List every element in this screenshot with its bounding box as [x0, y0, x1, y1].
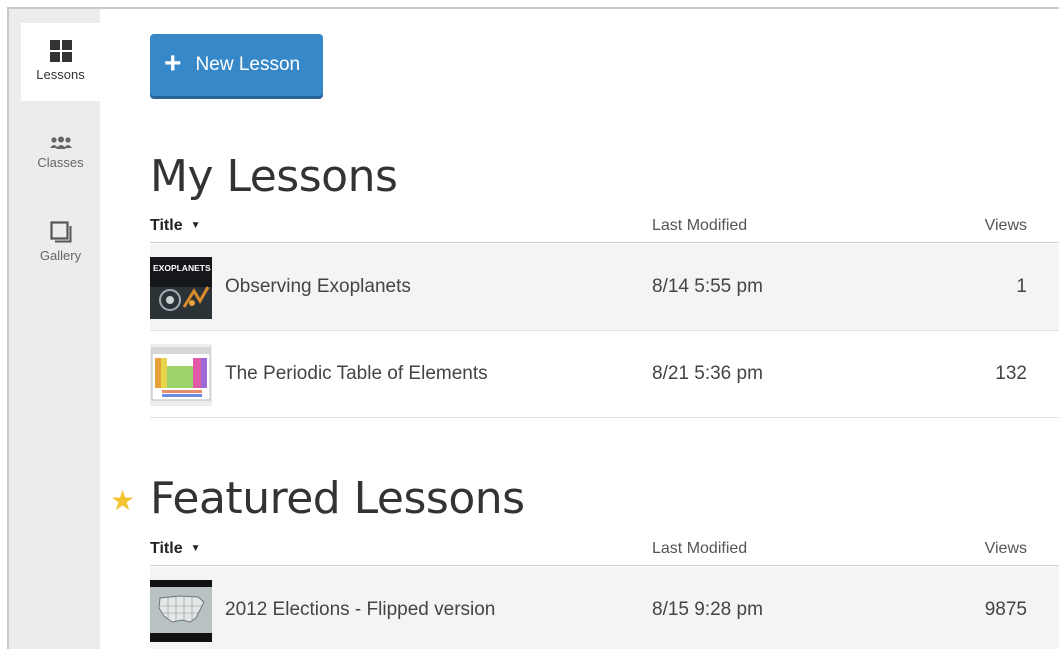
sidebar-item-classes[interactable]: Classes — [21, 121, 100, 191]
title-column-label: Title — [150, 540, 183, 557]
lesson-title[interactable]: Observing Exoplanets — [225, 276, 411, 298]
lesson-views: 1 — [1016, 276, 1027, 297]
table-row[interactable]: 2012 Elections - Flipped version 8/15 9:… — [150, 567, 1059, 649]
sidebar-item-lessons[interactable]: Lessons — [21, 23, 100, 101]
views-column-header[interactable]: Views — [985, 540, 1027, 558]
sidebar-item-label: Classes — [37, 155, 84, 170]
main-content: + New Lesson My Lessons Title ▼ Last Modi… — [110, 9, 1059, 649]
my-lessons-table-header: Title ▼ Last Modified Views — [150, 211, 1059, 243]
sidebar-item-gallery[interactable]: Gallery — [21, 209, 100, 279]
sidebar-item-label: Gallery — [39, 248, 82, 263]
group-icon — [49, 136, 72, 149]
table-row[interactable]: The Periodic Table of Elements 8/21 5:36… — [150, 331, 1059, 418]
sidebar: Lessons Classes Gallery — [9, 9, 100, 649]
grid-icon — [49, 40, 72, 62]
lesson-title[interactable]: 2012 Elections - Flipped version — [225, 599, 495, 621]
lesson-modified: 8/14 5:55 pm — [652, 276, 763, 297]
featured-lessons-title: Featured Lessons — [150, 473, 525, 524]
lesson-title[interactable]: The Periodic Table of Elements — [225, 363, 488, 385]
my-lessons-title: My Lessons — [150, 151, 398, 202]
sidebar-item-label: Lessons — [36, 67, 85, 82]
lesson-views: 9875 — [984, 599, 1027, 620]
title-column-label: Title — [150, 217, 183, 234]
star-icon: ★ — [110, 485, 136, 516]
periodic-table-thumbnail — [150, 344, 212, 406]
views-column-header[interactable]: Views — [985, 217, 1027, 235]
lesson-modified: 8/15 9:28 pm — [652, 599, 763, 620]
lesson-views: 132 — [995, 363, 1027, 384]
exoplanets-thumbnail: EXOPLANETS — [150, 257, 212, 319]
title-column-header[interactable]: Title ▼ — [150, 217, 201, 235]
new-lesson-label: New Lesson — [195, 54, 301, 75]
title-column-header[interactable]: Title ▼ — [150, 540, 201, 558]
app-frame: Lessons Classes Gallery + New Lesson My … — [7, 7, 1059, 649]
featured-lessons-table-header: Title ▼ Last Modified Views — [150, 534, 1059, 566]
last-modified-column-header[interactable]: Last Modified — [652, 540, 747, 558]
caret-down-icon: ▼ — [190, 220, 201, 231]
table-row[interactable]: EXOPLANETS Observing Exoplanets 8/14 5:5… — [150, 244, 1059, 331]
last-modified-column-header[interactable]: Last Modified — [652, 217, 747, 235]
plus-icon: + — [164, 46, 182, 80]
stacked-squares-icon — [49, 221, 71, 243]
caret-down-icon: ▼ — [190, 543, 201, 554]
lesson-modified: 8/21 5:36 pm — [652, 363, 763, 384]
new-lesson-button[interactable]: + New Lesson — [150, 34, 323, 96]
thumbnail-caption: EXOPLANETS — [153, 263, 211, 273]
us-map-thumbnail — [150, 580, 212, 642]
